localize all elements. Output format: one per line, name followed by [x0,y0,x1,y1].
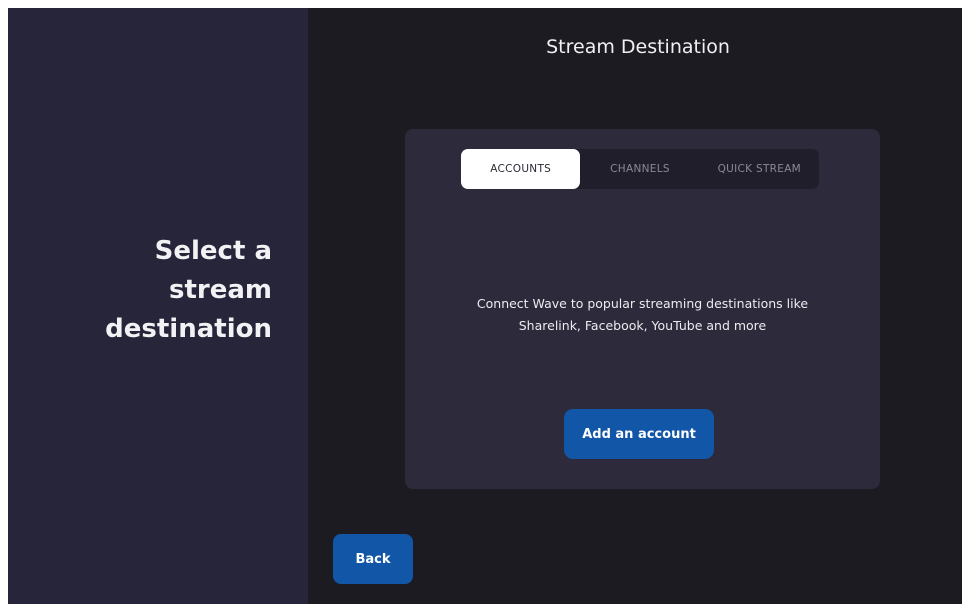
tab-channels[interactable]: CHANNELS [580,149,699,189]
main-panel: Stream Destination ACCOUNTS CHANNELS QUI… [308,8,962,604]
add-account-button[interactable]: Add an account [564,409,714,459]
tab-bar: ACCOUNTS CHANNELS QUICK STREAM [461,149,819,189]
sidebar-panel: Select a stream destination [8,8,308,604]
page-title: Stream Destination [546,36,730,58]
sidebar-heading-line-3: destination [105,314,272,344]
back-button[interactable]: Back [333,534,413,584]
sidebar-heading-line-1: Select a [154,236,272,266]
app-window: Select a stream destination Stream Desti… [8,8,962,604]
sidebar-heading: Select a stream destination [32,232,272,349]
tab-quick-stream[interactable]: QUICK STREAM [700,149,819,189]
description-line-1: Connect Wave to popular streaming destin… [476,296,809,311]
destination-card: ACCOUNTS CHANNELS QUICK STREAM Connect W… [405,129,880,489]
tab-accounts[interactable]: ACCOUNTS [461,149,581,189]
sidebar-heading-line-2: stream [169,275,272,305]
accounts-description: Connect Wave to popular streaming destin… [425,293,860,337]
description-line-2: Sharelink, Facebook, YouTube and more [518,318,767,333]
